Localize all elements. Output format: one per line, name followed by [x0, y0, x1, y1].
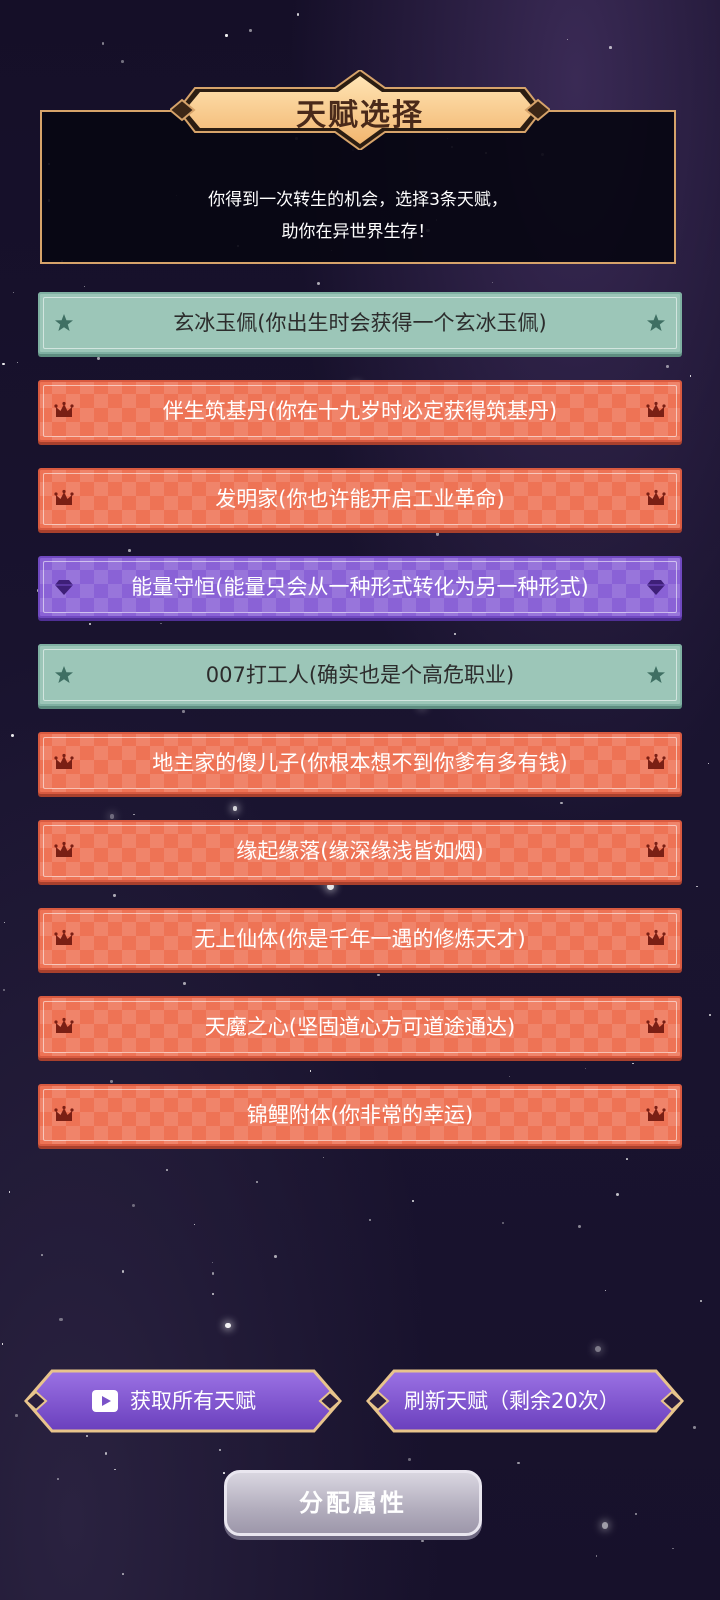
- talent-option-label: 锦鲤附体(你非常的幸运): [246, 1103, 474, 1127]
- talent-option[interactable]: 缘起缘落(缘深缘浅皆如烟): [38, 820, 682, 882]
- get-all-talents-label: 获取所有天赋: [130, 1389, 256, 1413]
- talent-option-label: 缘起缘落(缘深缘浅皆如烟): [236, 839, 484, 863]
- video-play-icon: [92, 1390, 118, 1412]
- crown-icon: [54, 401, 74, 421]
- diamond-icon: [54, 577, 74, 597]
- talent-option-label: 天魔之心(坚固道心方可道途通达): [204, 1015, 516, 1039]
- star-icon: [54, 313, 74, 333]
- talent-option[interactable]: 玄冰玉佩(你出生时会获得一个玄冰玉佩): [38, 292, 682, 354]
- intro-description: 你得到一次转生的机会，选择3条天赋， 助你在异世界生存！: [42, 184, 674, 248]
- crown-icon: [646, 753, 666, 773]
- talent-option[interactable]: 发明家(你也许能开启工业革命): [38, 468, 682, 530]
- refresh-talents-button[interactable]: 刷新天赋（剩余20次）: [364, 1368, 686, 1434]
- talent-option-label: 007打工人(确实也是个高危职业): [205, 663, 515, 687]
- talent-option[interactable]: 007打工人(确实也是个高危职业): [38, 644, 682, 706]
- talent-list: 玄冰玉佩(你出生时会获得一个玄冰玉佩) 伴生筑基丹(你在十九岁时必定获得筑基丹) 发…: [38, 292, 682, 1172]
- talent-option[interactable]: 地主家的傻儿子(你根本想不到你爹有多有钱): [38, 732, 682, 794]
- star-icon: [646, 313, 666, 333]
- talent-option[interactable]: 天魔之心(坚固道心方可道途通达): [38, 996, 682, 1058]
- talent-option-label: 能量守恒(能量只会从一种形式转化为另一种形式): [131, 575, 589, 599]
- crown-icon: [54, 1017, 74, 1037]
- talent-option-label: 无上仙体(你是千年一遇的修炼天才): [194, 927, 526, 951]
- crown-icon: [54, 1105, 74, 1125]
- talent-option-label: 发明家(你也许能开启工业革命): [215, 487, 505, 511]
- talent-option-label: 地主家的傻儿子(你根本想不到你爹有多有钱): [152, 751, 568, 775]
- crown-icon: [54, 929, 74, 949]
- crown-icon: [646, 929, 666, 949]
- assign-attributes-button[interactable]: 分配属性: [224, 1470, 482, 1536]
- talent-option[interactable]: 能量守恒(能量只会从一种形式转化为另一种形式): [38, 556, 682, 618]
- title-plate: 天赋选择: [170, 70, 550, 150]
- talent-option[interactable]: 无上仙体(你是千年一遇的修炼天才): [38, 908, 682, 970]
- crown-icon: [646, 489, 666, 509]
- star-icon: [646, 665, 666, 685]
- talent-option-label: 伴生筑基丹(你在十九岁时必定获得筑基丹): [162, 399, 558, 423]
- diamond-icon: [646, 577, 666, 597]
- intro-description-line2: 助你在异世界生存！: [281, 222, 435, 242]
- crown-icon: [54, 489, 74, 509]
- star-icon: [54, 665, 74, 685]
- intro-description-line1: 你得到一次转生的机会，选择3条天赋，: [208, 190, 508, 210]
- refresh-talents-label: 刷新天赋（剩余20次）: [404, 1389, 620, 1413]
- crown-icon: [646, 841, 666, 861]
- talent-option-label: 玄冰玉佩(你出生时会获得一个玄冰玉佩): [173, 311, 547, 335]
- get-all-talents-button[interactable]: 获取所有天赋: [22, 1368, 344, 1434]
- crown-icon: [646, 401, 666, 421]
- crown-icon: [54, 753, 74, 773]
- talent-option[interactable]: 锦鲤附体(你非常的幸运): [38, 1084, 682, 1146]
- crown-icon: [646, 1017, 666, 1037]
- crown-icon: [646, 1105, 666, 1125]
- talent-option[interactable]: 伴生筑基丹(你在十九岁时必定获得筑基丹): [38, 380, 682, 442]
- crown-icon: [54, 841, 74, 861]
- page-title: 天赋选择: [296, 98, 424, 133]
